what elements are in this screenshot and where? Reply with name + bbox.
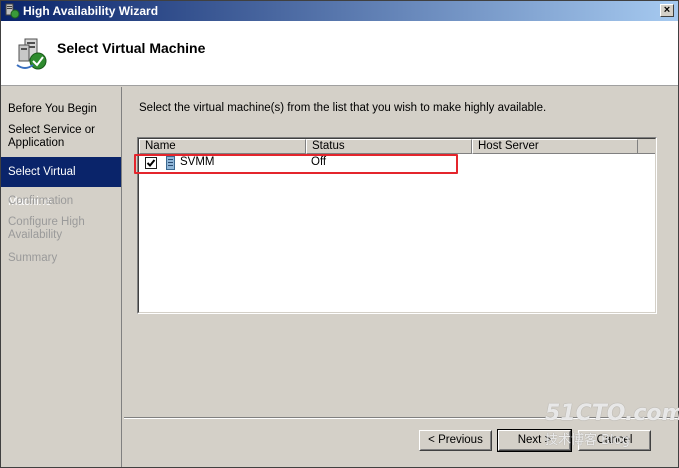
close-button[interactable]: × [660, 4, 674, 17]
step-select-virtual-machine[interactable]: Select Virtual Machine [1, 157, 121, 208]
instruction-text: Select the virtual machine(s) from the l… [139, 102, 547, 114]
watermark-subtitle: 技术博客 Blog [545, 433, 630, 448]
step-configure-high-availability: Configure High Availability [1, 216, 96, 242]
wizard-header: Select Virtual Machine [1, 21, 678, 86]
button-bevel [420, 431, 491, 450]
wizard-content: Select the virtual machine(s) from the l… [124, 87, 678, 417]
column-label: Name [145, 140, 176, 152]
column-header-name[interactable]: Name [139, 139, 306, 154]
column-header-filler [638, 139, 655, 154]
close-icon: × [663, 4, 671, 16]
title-bar[interactable]: High Availability Wizard × [1, 1, 678, 21]
step-confirmation: Confirmation [1, 195, 121, 208]
column-label: Status [312, 140, 345, 152]
annotation-highlight-box [134, 154, 458, 174]
wizard-window: High Availability Wizard × Select Virtua… [0, 0, 679, 468]
watermark-logo: 51CTO.com [545, 401, 679, 426]
column-label: Host Server [478, 140, 539, 152]
window-title: High Availability Wizard [23, 4, 159, 18]
column-header-host-server[interactable]: Host Server [472, 139, 638, 154]
wizard-steps: Before You Begin Select Service or Appli… [1, 87, 121, 467]
site-watermark: 51CTO.com 技术博客 Blog [545, 401, 679, 448]
step-select-service[interactable]: Select Service or Application [1, 124, 111, 150]
step-label: Confirmation [8, 195, 74, 207]
step-label: Configure High Availability [8, 216, 85, 241]
step-label: Before You Begin [8, 103, 97, 115]
page-title: Select Virtual Machine [57, 40, 206, 56]
step-label: Select Service or Application [8, 124, 95, 149]
step-label: Summary [8, 252, 58, 264]
step-summary: Summary [1, 252, 121, 265]
cluster-icon [5, 3, 20, 19]
wizard-server-icon [16, 38, 47, 70]
step-before-you-begin[interactable]: Before You Begin [1, 103, 121, 116]
column-header-status[interactable]: Status [306, 139, 472, 154]
previous-button[interactable]: < Previous [419, 430, 492, 451]
